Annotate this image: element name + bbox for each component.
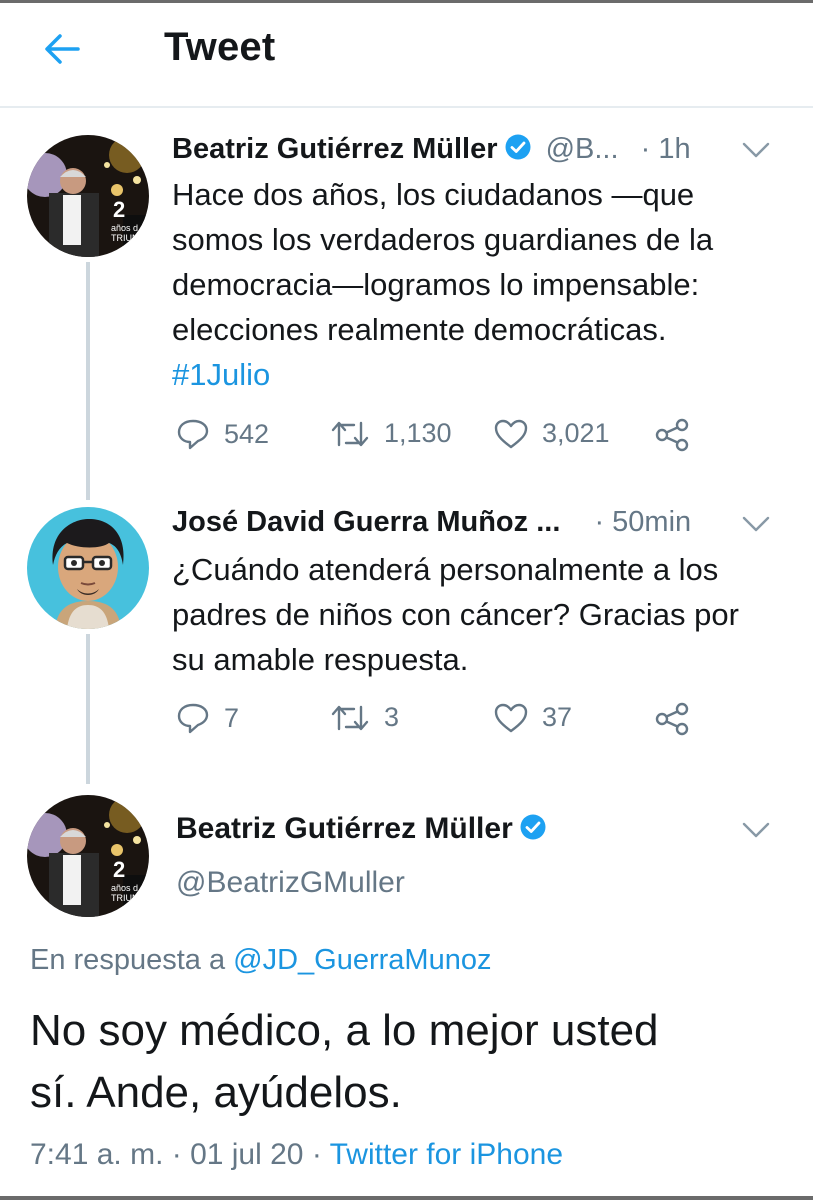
tweet-text-line: democracia—logramos lo impensable: xyxy=(172,267,700,302)
retweet-button[interactable]: 1,130 xyxy=(330,418,452,449)
like-button[interactable]: 37 xyxy=(494,702,572,733)
reply-icon xyxy=(177,703,209,734)
tweet-header: Beatriz Gutiérrez Müller xyxy=(176,812,547,849)
author-name[interactable]: José David Guerra Muñoz ... xyxy=(172,506,560,538)
author-name[interactable]: Beatriz Gutiérrez Müller xyxy=(172,133,498,165)
avatar-badge: 2 xyxy=(113,857,126,882)
tweet-text: No soy médico, a lo mejor usted sí. Ande… xyxy=(30,1000,790,1124)
like-button[interactable]: 3,021 xyxy=(494,418,610,449)
thread-connector xyxy=(86,634,90,784)
thread-connector xyxy=(86,262,90,500)
share-icon xyxy=(655,418,689,452)
bottom-edge xyxy=(0,1196,813,1200)
tweet-timestamp[interactable]: 7:41 a. m. · 01 jul 20 · xyxy=(30,1138,330,1171)
like-count: 37 xyxy=(542,702,573,732)
retweet-button[interactable]: 3 xyxy=(330,702,399,733)
tweet-actions: 7 3 37 xyxy=(172,702,792,742)
author-name[interactable]: Beatriz Gutiérrez Müller xyxy=(176,812,513,845)
retweet-icon xyxy=(331,421,369,446)
retweet-icon xyxy=(331,705,369,730)
tweet-text-line: sí. Ande, ayúdelos. xyxy=(30,1068,402,1117)
tweet-text-line: ¿Cuándo atenderá personalmente a los xyxy=(172,552,719,587)
retweet-count: 3 xyxy=(384,702,400,732)
reply-button[interactable]: 7 xyxy=(176,702,239,734)
top-bar: Tweet xyxy=(0,3,813,108)
share-button[interactable] xyxy=(654,702,690,736)
back-button[interactable] xyxy=(38,25,86,73)
tweet-time[interactable]: · 50min xyxy=(594,506,691,538)
arrow-left-icon xyxy=(45,34,80,64)
reply-context-label: En respuesta a xyxy=(30,944,234,976)
author-handle[interactable]: @B... xyxy=(546,133,619,165)
tweet-text: ¿Cuándo atenderá personalmente a los pad… xyxy=(172,547,792,682)
tweet-text-line: somos los verdaderos guardianes de la xyxy=(172,222,714,257)
reply-icon xyxy=(177,419,209,450)
tweet-text-line: elecciones realmente democráticas. xyxy=(172,312,667,347)
verified-badge-icon xyxy=(504,133,532,169)
tweet-text-line: padres de niños con cáncer? Gracias por xyxy=(172,597,739,632)
reply-button[interactable]: 542 xyxy=(176,418,269,450)
reply-to-handle-link[interactable]: @JD_GuerraMunoz xyxy=(233,944,491,976)
tweet-source-link[interactable]: Twitter for iPhone xyxy=(330,1138,563,1171)
tweet-menu-button[interactable] xyxy=(741,514,771,539)
tweet-text: Hace dos años, los ciudadanos —que somos… xyxy=(172,172,792,397)
author-handle[interactable]: @BeatrizGMuller xyxy=(176,866,405,900)
share-icon xyxy=(655,702,689,736)
tweet-timestamp-line: 7:41 a. m. · 01 jul 20 · Twitter for iPh… xyxy=(30,1138,563,1172)
avatar[interactable]: 2 años d TRIUN xyxy=(27,135,149,257)
tweet-header: José David Guerra Muñoz ... · 50min xyxy=(172,506,691,539)
chevron-down-icon xyxy=(742,516,770,532)
verified-badge-icon xyxy=(519,813,547,849)
chevron-down-icon xyxy=(742,822,770,838)
reply-count: 542 xyxy=(224,418,270,449)
tweet-menu-button[interactable] xyxy=(741,820,771,845)
heart-icon xyxy=(494,703,528,732)
tweet-actions: 542 1,130 3,021 xyxy=(172,418,792,458)
tweet-text-line: Hace dos años, los ciudadanos —que xyxy=(172,177,695,212)
avatar-caption: años d TRIUN xyxy=(111,883,139,903)
avatar-badge: 2 xyxy=(113,197,126,222)
tweet-menu-button[interactable] xyxy=(741,140,771,165)
heart-icon xyxy=(494,419,528,448)
avatar[interactable] xyxy=(27,507,149,629)
page-title: Tweet xyxy=(164,25,276,69)
tweet-text-line: No soy médico, a lo mejor usted xyxy=(30,1006,659,1055)
reply-context: En respuesta a @JD_GuerraMunoz xyxy=(30,944,491,977)
avatar-caption: años d TRIUN xyxy=(111,223,139,243)
tweet-time[interactable]: · 1h xyxy=(641,133,691,165)
retweet-count: 1,130 xyxy=(384,418,452,448)
hashtag-link[interactable]: #1Julio xyxy=(172,352,792,397)
chevron-down-icon xyxy=(742,142,770,158)
avatar-image xyxy=(27,507,149,629)
share-button[interactable] xyxy=(654,418,690,452)
avatar[interactable]: 2 años d TRIUN xyxy=(27,795,149,917)
reply-count: 7 xyxy=(224,702,240,733)
tweet-text-line: su amable respuesta. xyxy=(172,642,469,677)
like-count: 3,021 xyxy=(542,418,610,448)
tweet-header: Beatriz Gutiérrez Müller @B... · 1h xyxy=(172,133,691,169)
